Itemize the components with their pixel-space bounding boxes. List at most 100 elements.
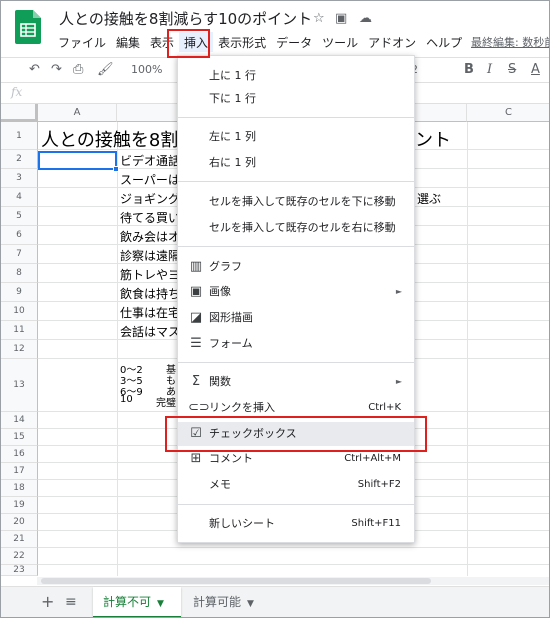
all-sheets-icon[interactable]: ≡ [65, 594, 77, 610]
menu-insert-row-above[interactable]: 上に 1 行 [178, 64, 414, 88]
submenu-arrow-icon: ► [395, 377, 402, 386]
redo-icon[interactable]: ↷ [51, 62, 62, 77]
menu-insert-col-right[interactable]: 右に 1 列 [178, 151, 414, 175]
italic-icon[interactable]: I [487, 62, 492, 77]
menu-item-label: 画像 [209, 285, 231, 298]
sheet-tab-bar: + ≡ 計算不可 ▼ 計算可能 ▼ [1, 586, 549, 617]
select-all-corner[interactable] [1, 104, 38, 122]
chart-icon: ▥ [189, 259, 203, 274]
row-header-15[interactable]: 15 [1, 429, 38, 446]
menu-item-label: セルを挿入して既存のセルを下に移動 [209, 195, 396, 208]
menu-format[interactable]: 表示形式 [213, 32, 271, 52]
row-header-12[interactable]: 12 [1, 340, 38, 359]
menu-edit[interactable]: 編集 [111, 32, 145, 52]
undo-icon[interactable]: ↶ [29, 62, 40, 77]
row-header-8[interactable]: 8 [1, 264, 38, 283]
sheet-tab-active[interactable]: 計算不可 ▼ [93, 587, 181, 617]
row-header-3[interactable]: 3 [1, 169, 38, 188]
menu-insert-drawing[interactable]: ◪ 図形描画 [178, 306, 414, 330]
star-icon[interactable]: ☆ [313, 11, 325, 26]
cell-b5: 待てる買い [120, 211, 181, 225]
chevron-down-icon[interactable]: ▼ [157, 599, 164, 609]
menu-help[interactable]: ヘルプ [421, 32, 467, 52]
row-header-1[interactable]: 1 [1, 122, 38, 150]
scrollbar-thumb[interactable] [41, 578, 431, 584]
shortcut-label: Shift+F11 [351, 518, 401, 529]
row-header-13[interactable]: 13 [1, 359, 38, 412]
cell-b6: 飲み会はオ [120, 230, 181, 244]
paint-format-icon[interactable]: 🖌 [97, 62, 114, 77]
sheet-tab-label: 計算不可 [103, 595, 152, 609]
fill-handle[interactable] [113, 166, 119, 172]
strikethrough-icon[interactable]: S [508, 62, 516, 77]
cell-b9: 飲食は持ち [120, 287, 181, 301]
row-header-5[interactable]: 5 [1, 207, 38, 226]
column-header-c[interactable]: C [467, 104, 549, 122]
row-header-11[interactable]: 11 [1, 321, 38, 340]
row-header-20[interactable]: 20 [1, 514, 38, 531]
row-header-14[interactable]: 14 [1, 412, 38, 429]
row-header-17[interactable]: 17 [1, 463, 38, 480]
row-header-18[interactable]: 18 [1, 480, 38, 497]
row-header-23[interactable]: 23 [1, 565, 38, 576]
row-header-2[interactable]: 2 [1, 150, 38, 169]
menu-insert-function[interactable]: Σ 関数 ► [178, 370, 414, 394]
chevron-down-icon[interactable]: ▼ [247, 599, 254, 609]
menu-insert-note[interactable]: メモ Shift+F2 [178, 473, 414, 497]
add-sheet-icon[interactable]: + [41, 592, 54, 611]
grid-line [467, 122, 468, 576]
menu-item-label: 上に 1 行 [209, 69, 256, 82]
bold-icon[interactable]: B [464, 62, 474, 77]
zoom-select[interactable]: 100% [131, 63, 162, 76]
menu-insert-col-left[interactable]: 左に 1 列 [178, 125, 414, 149]
document-title[interactable]: 人との接触を8割減らす10のポイント [59, 8, 312, 29]
text-color-icon[interactable]: A [531, 62, 540, 77]
grid-line [38, 564, 549, 565]
sheet-tab-inactive[interactable]: 計算可能 ▼ [183, 587, 264, 617]
cell-b4-tail: 選ぶ [417, 192, 442, 206]
selected-cell-a2[interactable] [38, 151, 117, 170]
menu-item-label: 図形描画 [209, 311, 253, 324]
cell-b11: 会話はマス [120, 325, 181, 339]
menu-insert-image[interactable]: ▣ 画像 ► [178, 280, 414, 304]
sheet-tab-label: 計算可能 [193, 595, 242, 609]
fx-icon: fx [11, 85, 23, 99]
row-header-22[interactable]: 22 [1, 548, 38, 565]
image-icon: ▣ [189, 284, 203, 299]
grid-line [117, 122, 118, 576]
menu-item-label: 下に 1 行 [209, 92, 256, 105]
menu-file[interactable]: ファイル [53, 32, 111, 52]
spreadsheet-window: 人との接触を8割減らす10のポイント ☆ ▣ ☁ ファイル 編集 表示 挿入 表… [0, 0, 550, 618]
drawing-icon: ◪ [189, 310, 203, 325]
cell-b4: ジョギング [120, 192, 181, 206]
menu-insert-cells-down[interactable]: セルを挿入して既存のセルを下に移動 [178, 190, 414, 214]
last-edit-link[interactable]: 最終編集: 数秒前 [471, 34, 549, 50]
menu-addons[interactable]: アドオン [363, 32, 421, 52]
row-header-4[interactable]: 4 [1, 188, 38, 207]
menu-insert-form[interactable]: ☰ フォーム [178, 332, 414, 356]
insert-menu-dropdown: 上に 1 行 下に 1 行 左に 1 列 右に 1 列 セルを挿入して既存のセル… [177, 55, 415, 543]
cloud-status-icon[interactable]: ☁ [359, 11, 372, 26]
print-icon[interactable]: ⎙ [73, 62, 83, 77]
row-header-9[interactable]: 9 [1, 283, 38, 302]
row-header-7[interactable]: 7 [1, 245, 38, 264]
column-header-a[interactable]: A [38, 104, 117, 122]
menu-divider [178, 181, 414, 182]
menu-data[interactable]: データ [271, 32, 317, 52]
menu-insert-chart[interactable]: ▥ グラフ [178, 255, 414, 279]
menu-insert-row-below[interactable]: 下に 1 行 [178, 87, 414, 111]
sheets-logo-icon[interactable] [15, 10, 41, 44]
cell-b3: スーパーは [120, 173, 180, 187]
row-header-6[interactable]: 6 [1, 226, 38, 245]
menu-insert-cells-right[interactable]: セルを挿入して既存のセルを右に移動 [178, 216, 414, 240]
row-header-10[interactable]: 10 [1, 302, 38, 321]
menu-item-label: 右に 1 列 [209, 156, 256, 169]
row-header-16[interactable]: 16 [1, 446, 38, 463]
menu-tools[interactable]: ツール [317, 32, 363, 52]
cell-b13-desc: 完璧 [156, 398, 176, 409]
move-folder-icon[interactable]: ▣ [335, 11, 347, 26]
row-header-21[interactable]: 21 [1, 531, 38, 548]
shortcut-label: Shift+F2 [357, 479, 401, 490]
row-header-19[interactable]: 19 [1, 497, 38, 514]
menu-insert-new-sheet[interactable]: 新しいシート Shift+F11 [178, 512, 414, 536]
